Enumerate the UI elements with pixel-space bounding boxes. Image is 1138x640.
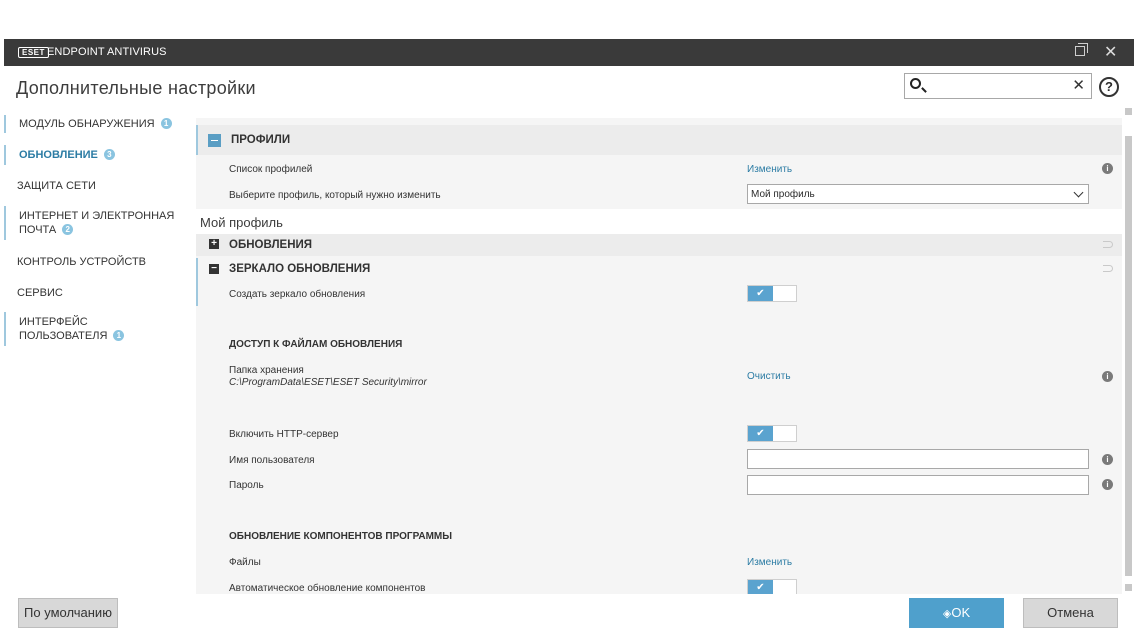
check-icon: ✔ — [748, 286, 773, 301]
my-profile-title: Мой профиль — [200, 215, 283, 230]
sidebar-item-device-control[interactable]: КОНТРОЛЬ УСТРОЙСТВ — [4, 255, 196, 269]
check-icon: ✔ — [748, 426, 773, 441]
default-button[interactable]: По умолчанию — [18, 598, 118, 628]
file-access-title: ДОСТУП К ФАЙЛАМ ОБНОВЛЕНИЯ — [229, 339, 403, 350]
username-field[interactable] — [747, 449, 1089, 469]
revert-icon[interactable] — [1103, 241, 1113, 248]
close-icon[interactable]: ✕ — [1104, 42, 1117, 62]
ok-button[interactable]: ◈OK — [909, 598, 1004, 628]
profiles-section-header[interactable]: ПРОФИЛИ — [196, 125, 1122, 155]
sidebar-item-detection[interactable]: МОДУЛЬ ОБНАРУЖЕНИЯ 1 — [4, 115, 196, 133]
http-server-label: Включить HTTP-сервер — [229, 429, 339, 440]
http-server-toggle[interactable]: ✔ — [747, 425, 797, 442]
auto-update-label: Автоматическое обновление компонентов — [229, 583, 426, 594]
window-titlebar: ESET ENDPOINT ANTIVIRUS ✕ — [4, 39, 1134, 66]
check-icon: ✔ — [748, 580, 773, 594]
revert-icon[interactable] — [1103, 265, 1113, 272]
sidebar-item-label: ИНТЕРФЕЙС — [19, 316, 88, 328]
sidebar-item-label: ОБНОВЛЕНИЕ — [19, 149, 98, 161]
help-icon[interactable]: ? — [1099, 77, 1119, 97]
cancel-button[interactable]: Отмена — [1023, 598, 1118, 628]
sidebar-item-label-2: ПОЧТА — [19, 224, 57, 236]
info-icon[interactable]: i — [1102, 479, 1113, 490]
password-field[interactable] — [747, 475, 1089, 495]
clear-search-icon[interactable]: ✕ — [1072, 76, 1085, 94]
content-scrollbar[interactable] — [1122, 108, 1134, 594]
profile-select-label: Выберите профиль, который нужно изменить — [229, 190, 441, 201]
product-name: ENDPOINT ANTIVIRUS — [47, 46, 167, 58]
password-label: Пароль — [229, 480, 264, 491]
create-mirror-label: Создать зеркало обновления — [229, 289, 366, 300]
chevron-down-icon — [1073, 187, 1084, 198]
sidebar-item-update[interactable]: ОБНОВЛЕНИЕ 3 — [4, 145, 196, 165]
eset-logo: ESET — [18, 47, 49, 58]
storage-folder-label: Папка хранения — [229, 365, 304, 376]
sidebar-item-label: ИНТЕРНЕТ И ЭЛЕКТРОННАЯ — [19, 210, 175, 222]
sidebar-item-web-email[interactable]: ИНТЕРНЕТ И ЭЛЕКТРОННАЯ ПОЧТА 2 — [4, 206, 196, 240]
scroll-up-icon[interactable] — [1125, 108, 1132, 115]
my-profile-band: Мой профиль — [196, 209, 1122, 235]
scroll-down-icon[interactable] — [1125, 584, 1132, 591]
auto-update-toggle[interactable]: ✔ — [747, 579, 797, 594]
sidebar-item-label: КОНТРОЛЬ УСТРОЙСТВ — [17, 256, 147, 268]
sidebar-item-tools[interactable]: СЕРВИС — [4, 286, 196, 300]
sidebar-item-network[interactable]: ЗАЩИТА СЕТИ — [4, 179, 196, 193]
sidebar-badge: 1 — [113, 330, 125, 341]
mirror-title: ЗЕРКАЛО ОБНОВЛЕНИЯ — [229, 263, 371, 275]
header: Дополнительные настройки ✕ ? — [4, 66, 1134, 108]
sidebar-badge: 3 — [103, 149, 115, 160]
sidebar-item-label-2: ПОЛЬЗОВАТЕЛЯ — [19, 330, 108, 342]
expand-icon[interactable]: + — [209, 239, 219, 249]
page-title: Дополнительные настройки — [16, 78, 256, 98]
profile-select[interactable]: Мой профиль — [747, 184, 1089, 204]
sidebar-item-label: ЗАЩИТА СЕТИ — [17, 180, 96, 192]
scroll-thumb[interactable] — [1125, 136, 1132, 576]
sidebar-badge: 1 — [160, 118, 172, 129]
mirror-section: − ЗЕРКАЛО ОБНОВЛЕНИЯ Создать зеркало обн… — [196, 258, 1122, 306]
sidebar-item-label: СЕРВИС — [17, 287, 63, 299]
info-icon[interactable]: i — [1102, 163, 1113, 174]
create-mirror-toggle[interactable]: ✔ — [747, 285, 797, 302]
profile-list-edit-link[interactable]: Изменить — [747, 164, 792, 175]
profile-select-value: Мой профиль — [751, 189, 815, 200]
sidebar-item-user-interface[interactable]: ИНТЕРФЕЙС ПОЛЬЗОВАТЕЛЯ 1 — [4, 312, 196, 346]
files-edit-link[interactable]: Изменить — [747, 557, 792, 568]
components-title: ОБНОВЛЕНИЕ КОМПОНЕНТОВ ПРОГРАММЫ — [229, 531, 453, 542]
updates-title: ОБНОВЛЕНИЯ — [229, 239, 313, 251]
info-icon[interactable]: i — [1102, 454, 1113, 465]
ok-label: OK — [951, 605, 971, 620]
content-top-gap — [196, 108, 1122, 118]
updates-section-header[interactable]: + ОБНОВЛЕНИЯ — [196, 234, 1122, 256]
username-label: Имя пользователя — [229, 455, 315, 466]
sidebar-badge: 2 — [62, 224, 74, 235]
clear-folder-link[interactable]: Очистить — [747, 371, 791, 382]
collapse-icon[interactable]: − — [209, 264, 219, 274]
footer: По умолчанию ◈OK Отмена — [4, 594, 1134, 634]
sidebar: МОДУЛЬ ОБНАРУЖЕНИЯ 1 ОБНОВЛЕНИЕ 3 ЗАЩИТА С… — [4, 108, 196, 588]
info-icon[interactable]: i — [1102, 371, 1113, 382]
restore-icon[interactable] — [1075, 43, 1088, 56]
search-input[interactable]: ✕ — [904, 73, 1092, 99]
search-icon — [910, 78, 921, 89]
profile-list-label: Список профилей — [229, 164, 313, 175]
collapse-icon[interactable] — [208, 134, 221, 147]
files-label: Файлы — [229, 557, 261, 568]
profiles-title: ПРОФИЛИ — [231, 134, 291, 146]
settings-content: ПРОФИЛИ Список профилей Изменить i Выбер… — [196, 108, 1122, 594]
sidebar-item-label: МОДУЛЬ ОБНАРУЖЕНИЯ — [19, 118, 155, 130]
storage-folder-path: C:\ProgramData\ESET\ESET Security\mirror — [229, 377, 427, 388]
